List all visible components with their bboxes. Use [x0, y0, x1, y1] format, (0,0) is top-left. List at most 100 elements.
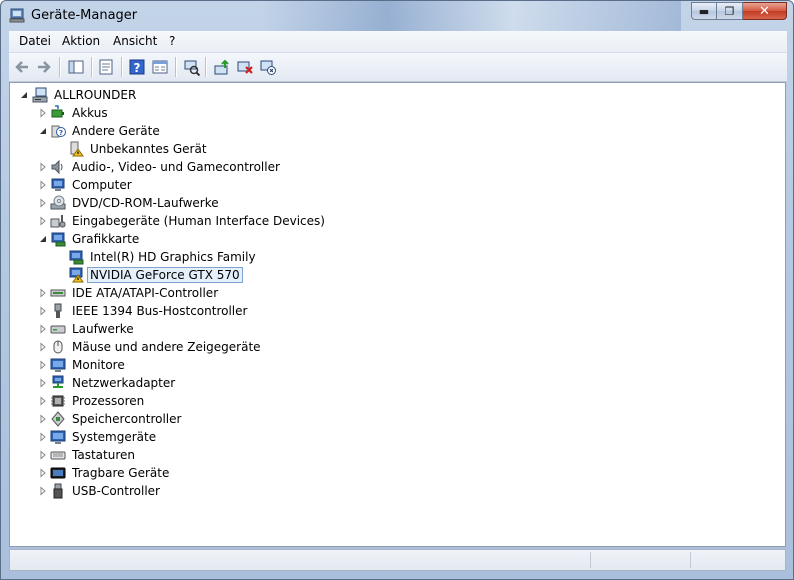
category-label: Tastaturen — [72, 448, 135, 462]
category-label: Speichercontroller — [72, 412, 182, 426]
update-driver-icon[interactable] — [213, 58, 231, 76]
tree-category[interactable]: Systemgeräte — [10, 428, 770, 446]
tree-category[interactable]: Prozessoren — [10, 392, 770, 410]
expand-triangle-icon[interactable] — [38, 180, 48, 190]
computer-icon — [51, 178, 65, 191]
category-label: USB-Controller — [72, 484, 160, 498]
svg-text:?: ? — [59, 129, 63, 137]
usb-icon — [53, 483, 63, 499]
tree-category[interactable]: Monitore — [10, 356, 770, 374]
tree-category[interactable]: Audio-, Video- und Gamecontroller — [10, 158, 770, 176]
menu-aktion[interactable]: Aktion — [60, 34, 102, 48]
disk-drive-icon — [50, 325, 66, 334]
storage-controller-icon — [51, 411, 65, 427]
category-label: Computer — [72, 178, 132, 192]
collapse-triangle-icon[interactable] — [38, 126, 48, 136]
scan-hardware-icon[interactable] — [182, 58, 200, 76]
minimize-button[interactable]: ▬ — [691, 2, 717, 20]
device-label: Intel(R) HD Graphics Family — [90, 250, 256, 264]
maximize-button[interactable]: ❐ — [717, 2, 743, 20]
category-label: Prozessoren — [72, 394, 145, 408]
menu-datei[interactable]: Datei — [17, 34, 53, 48]
unknown-device-warning-icon — [70, 141, 84, 157]
display-adapter-icon — [51, 232, 66, 247]
tree-root-label: ALLROUNDER — [54, 88, 137, 102]
menu-ansicht[interactable]: Ansicht — [111, 34, 159, 48]
status-cell — [590, 552, 691, 568]
category-label: Tragbare Geräte — [72, 466, 170, 480]
category-label: Audio-, Video- und Gamecontroller — [72, 160, 280, 174]
close-button[interactable]: ✕ — [743, 2, 787, 20]
expand-triangle-icon[interactable] — [38, 360, 48, 370]
expand-triangle-icon[interactable] — [38, 288, 48, 298]
tree-category[interactable]: ? Andere Geräte — [10, 122, 770, 140]
expand-triangle-icon[interactable] — [38, 396, 48, 406]
expand-triangle-icon[interactable] — [38, 468, 48, 478]
properties-icon[interactable] — [97, 58, 115, 76]
collapse-triangle-icon[interactable] — [38, 234, 48, 244]
expand-triangle-icon[interactable] — [38, 378, 48, 388]
device-tree[interactable]: ALLROUNDER Akkus? Andere Geräte Unbekannte… — [9, 82, 786, 547]
tree-category[interactable]: IEEE 1394 Bus-Hostcontroller — [10, 302, 770, 320]
toolbar-separator — [59, 57, 61, 77]
collapse-triangle-icon[interactable] — [19, 90, 29, 100]
expand-triangle-icon[interactable] — [38, 108, 48, 118]
category-label: IDE ATA/ATAPI-Controller — [72, 286, 219, 300]
tree-category[interactable]: Akkus — [10, 104, 770, 122]
expand-triangle-icon[interactable] — [38, 162, 48, 172]
show-hide-tree-icon[interactable] — [67, 58, 85, 76]
menu-help[interactable]: ? — [167, 34, 177, 48]
tree-category[interactable]: Netzwerkadapter — [10, 374, 770, 392]
tree-category[interactable]: Mäuse und andere Zeigegeräte — [10, 338, 770, 356]
forward-icon[interactable] — [35, 58, 53, 76]
view-icon[interactable] — [151, 58, 169, 76]
expand-triangle-icon[interactable] — [38, 306, 48, 316]
disable-icon[interactable] — [259, 58, 277, 76]
category-label: Grafikkarte — [72, 232, 140, 246]
display-adapter-warning-icon — [69, 267, 84, 283]
expand-triangle-icon[interactable] — [38, 216, 48, 226]
tree-device[interactable]: NVIDIA GeForce GTX 570 — [10, 266, 770, 284]
category-label: Laufwerke — [72, 322, 134, 336]
tree-category[interactable]: Grafikkarte — [10, 230, 770, 248]
tree-category[interactable]: Tastaturen — [10, 446, 770, 464]
tree-category[interactable]: USB-Controller — [10, 482, 770, 500]
expand-triangle-icon[interactable] — [38, 198, 48, 208]
tree-category[interactable]: Speichercontroller — [10, 410, 770, 428]
tree-category[interactable]: IDE ATA/ATAPI-Controller — [10, 284, 770, 302]
tree-category[interactable]: Laufwerke — [10, 320, 770, 338]
title-bar[interactable]: Geräte-Manager ▬ ❐ ✕ — [1, 1, 793, 31]
tree-category[interactable]: Computer — [10, 176, 770, 194]
tree-category[interactable]: Tragbare Geräte — [10, 464, 770, 482]
minimize-icon: ▬ — [698, 4, 710, 18]
device-label: Unbekanntes Gerät — [90, 142, 207, 156]
svg-text:?: ? — [134, 61, 141, 75]
expand-triangle-icon[interactable] — [38, 414, 48, 424]
network-adapter-icon — [52, 375, 64, 388]
window-controls: ▬ ❐ ✕ — [691, 2, 787, 20]
expand-triangle-icon[interactable] — [38, 324, 48, 334]
device-manager-window: Geräte-Manager ▬ ❐ ✕ Datei Aktion Ansich… — [0, 0, 794, 580]
help-icon[interactable]: ? — [128, 58, 146, 76]
toolbar: ? — [9, 53, 787, 82]
toolbar-separator — [205, 57, 207, 77]
tree-device[interactable]: Intel(R) HD Graphics Family — [10, 248, 770, 266]
speaker-icon — [51, 159, 63, 175]
tree-root[interactable]: ALLROUNDER — [10, 86, 770, 104]
firewire-icon — [54, 303, 62, 318]
back-icon[interactable] — [13, 58, 31, 76]
expand-triangle-icon[interactable] — [38, 342, 48, 352]
toolbar-separator — [121, 57, 123, 77]
category-label: Monitore — [72, 358, 125, 372]
tree-category[interactable]: DVD/CD-ROM-Laufwerke — [10, 194, 770, 212]
expand-triangle-icon[interactable] — [38, 450, 48, 460]
category-label: DVD/CD-ROM-Laufwerke — [72, 196, 219, 210]
uninstall-icon[interactable] — [236, 58, 254, 76]
tree-device[interactable]: Unbekanntes Gerät — [10, 140, 770, 158]
category-label: IEEE 1394 Bus-Hostcontroller — [72, 304, 248, 318]
expand-triangle-icon[interactable] — [38, 486, 48, 496]
battery-icon — [51, 105, 64, 118]
mouse-icon — [53, 340, 63, 354]
tree-category[interactable]: Eingabegeräte (Human Interface Devices) — [10, 212, 770, 230]
expand-triangle-icon[interactable] — [38, 432, 48, 442]
